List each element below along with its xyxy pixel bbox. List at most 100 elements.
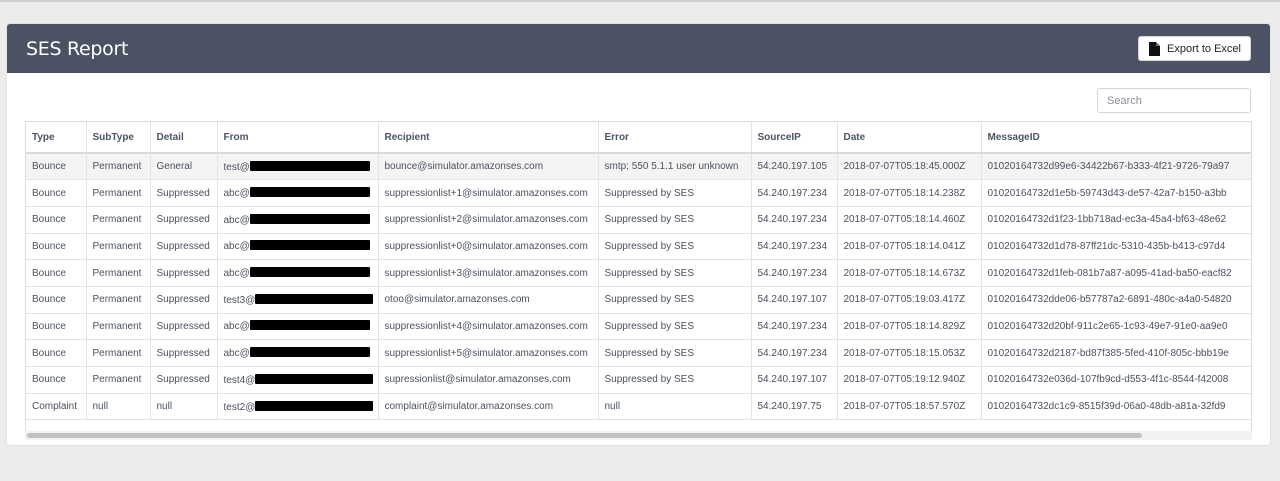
redaction-bar (249, 213, 370, 224)
cell-source-ip: 54.240.197.234 (751, 313, 838, 341)
table-row[interactable]: Bounce Permanent Suppressed test3@ otoo@simu… (26, 286, 1251, 314)
search-input[interactable] (1097, 88, 1251, 113)
cell-date: 2018-07-07T05:19:03.417Z (837, 286, 982, 314)
cell-message-id: 01020164732dc1c9-8515f39d-06a0-48db-a81a… (981, 393, 1251, 421)
cell-source-ip: 54.240.197.234 (751, 206, 838, 234)
column-header-error[interactable]: Error (598, 122, 752, 154)
cell-error: Suppressed by SES (598, 179, 752, 207)
table-row[interactable]: Bounce Permanent Suppressed abc@ suppression… (26, 259, 1251, 287)
cell-error: Suppressed by SES (598, 259, 752, 287)
column-header-subtype[interactable]: SubType (86, 122, 151, 154)
document-icon (1149, 41, 1161, 56)
table-body: Bounce Permanent General test@ bounce@simula… (26, 153, 1251, 421)
table-row[interactable]: Bounce Permanent Suppressed abc@ suppression… (26, 233, 1251, 261)
cell-message-id: 01020164732d99e6-34422b67-b333-4f21-9726… (981, 153, 1251, 181)
cell-type: Bounce (26, 206, 87, 234)
cell-detail: General (150, 153, 218, 181)
from-address: abc@ (223, 348, 250, 360)
cell-source-ip: 54.240.197.234 (751, 179, 838, 207)
cell-recipient: suppressionlist+1@simulator.amazonses.co… (378, 179, 599, 207)
cell-from: abc@ (217, 259, 379, 287)
cell-type: Bounce (26, 339, 87, 367)
cell-subtype: Permanent (86, 233, 151, 261)
cell-error: Suppressed by SES (598, 233, 752, 261)
cell-source-ip: 54.240.197.107 (751, 286, 838, 314)
cell-message-id: 01020164732d1f23-1bb718ad-ec3a-45a4-bf63… (981, 206, 1251, 234)
cell-date: 2018-07-07T05:18:14.238Z (837, 179, 982, 207)
table-row[interactable]: Bounce Permanent Suppressed abc@ suppression… (26, 313, 1251, 341)
from-address: test4@ (223, 374, 256, 386)
column-header-sourceip[interactable]: SourceIP (751, 122, 838, 154)
cell-source-ip: 54.240.197.234 (751, 259, 838, 287)
cell-type: Bounce (26, 313, 87, 341)
column-header-recipient[interactable]: Recipient (378, 122, 599, 154)
redaction-bar (249, 160, 370, 171)
cell-date: 2018-07-07T05:18:45.000Z (837, 153, 982, 181)
cell-message-id: 01020164732dde06-b57787a2-6891-480c-a4a0… (981, 286, 1251, 314)
column-header-date[interactable]: Date (837, 122, 982, 154)
cell-subtype: Permanent (86, 259, 151, 287)
table-row[interactable]: Bounce Permanent Suppressed abc@ suppression… (26, 339, 1251, 367)
cell-recipient: suppressionlist+2@simulator.amazonses.co… (378, 206, 599, 234)
cell-date: 2018-07-07T05:18:15.053Z (837, 339, 982, 367)
redaction-bar (255, 400, 374, 411)
table-header-row: Type SubType Detail From Recipient Error Sourc… (26, 122, 1251, 154)
cell-source-ip: 54.240.197.234 (751, 339, 838, 367)
cell-error: Suppressed by SES (598, 339, 752, 367)
cell-detail: null (150, 393, 218, 421)
from-address: test@ (223, 161, 250, 173)
cell-type: Bounce (26, 233, 87, 261)
from-address: abc@ (223, 321, 250, 333)
redaction-bar (255, 293, 374, 304)
from-address: test2@ (223, 401, 256, 413)
cell-subtype: Permanent (86, 153, 151, 181)
cell-date: 2018-07-07T05:18:14.829Z (837, 313, 982, 341)
from-address: abc@ (223, 214, 250, 226)
cell-message-id: 01020164732d1d78-87ff21dc-5310-435b-b413… (981, 233, 1251, 261)
panel-header: SES Report Export to Excel (7, 24, 1270, 73)
cell-date: 2018-07-07T05:19:12.940Z (837, 366, 982, 394)
cell-recipient: complaint@simulator.amazonses.com (378, 393, 599, 421)
cell-type: Complaint (26, 393, 87, 421)
cell-recipient: bounce@simulator.amazonses.com (378, 153, 599, 181)
cell-subtype: Permanent (86, 339, 151, 367)
column-header-messageid[interactable]: MessageID (981, 122, 1251, 154)
redaction-bar (249, 267, 370, 278)
cell-recipient: suppressionlist+3@simulator.amazonses.co… (378, 259, 599, 287)
cell-subtype: null (86, 393, 151, 421)
column-header-type[interactable]: Type (26, 122, 87, 154)
cell-date: 2018-07-07T05:18:14.673Z (837, 259, 982, 287)
redaction-bar (249, 320, 370, 331)
cell-recipient: suppressionlist+0@simulator.amazonses.co… (378, 233, 599, 261)
cell-subtype: Permanent (86, 286, 151, 314)
cell-message-id: 01020164732d2187-bd87f385-5fed-410f-805c… (981, 339, 1251, 367)
cell-subtype: Permanent (86, 366, 151, 394)
cell-detail: Suppressed (150, 366, 218, 394)
cell-error: smtp; 550 5.1.1 user unknown (598, 153, 752, 181)
table-row[interactable]: Bounce Permanent General test@ bounce@simula… (26, 153, 1251, 181)
table-row[interactable]: Bounce Permanent Suppressed abc@ suppression… (26, 206, 1251, 234)
from-address: abc@ (223, 241, 250, 253)
export-button-label: Export to Excel (1167, 42, 1241, 55)
cell-recipient: supressionlist@simulator.amazonses.com (378, 366, 599, 394)
column-header-detail[interactable]: Detail (150, 122, 218, 154)
column-header-from[interactable]: From (217, 122, 379, 154)
redaction-bar (255, 373, 374, 384)
horizontal-scrollbar[interactable] (25, 431, 1252, 440)
table-row[interactable]: Bounce Permanent Suppressed test4@ supressio… (26, 366, 1251, 394)
table-row[interactable]: Complaint null null test2@ complaint@simulat… (26, 393, 1251, 421)
cell-detail: Suppressed (150, 206, 218, 234)
table-row[interactable]: Bounce Permanent Suppressed abc@ suppression… (26, 179, 1251, 207)
cell-error: Suppressed by SES (598, 313, 752, 341)
cell-detail: Suppressed (150, 313, 218, 341)
cell-error: Suppressed by SES (598, 366, 752, 394)
cell-from: test3@ (217, 286, 379, 314)
scrollbar-thumb[interactable] (27, 433, 1142, 438)
cell-source-ip: 54.240.197.107 (751, 366, 838, 394)
from-address: abc@ (223, 268, 250, 280)
cell-type: Bounce (26, 179, 87, 207)
cell-date: 2018-07-07T05:18:14.041Z (837, 233, 982, 261)
report-table-container: Type SubType Detail From Recipient Error Sourc… (25, 121, 1252, 432)
cell-type: Bounce (26, 153, 87, 181)
export-to-excel-button[interactable]: Export to Excel (1138, 36, 1251, 61)
